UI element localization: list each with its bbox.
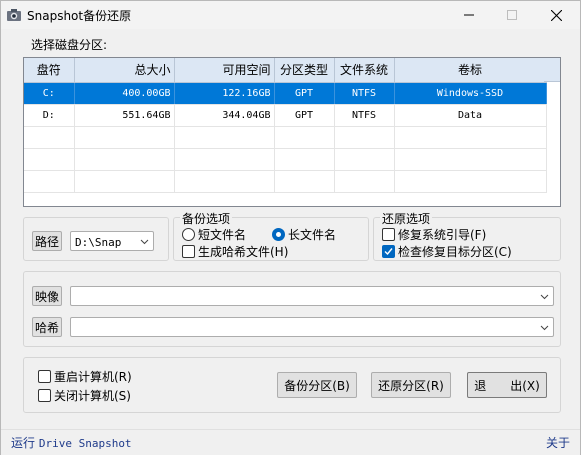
cell-drive: D: xyxy=(24,104,75,127)
check-target-checkbox[interactable]: 检查修复目标分区(C) xyxy=(382,243,512,260)
image-combo[interactable] xyxy=(70,286,554,306)
empty-row xyxy=(24,148,547,171)
cell-volume: Windows-SSD xyxy=(394,82,547,105)
cell-free: 122.16GB xyxy=(174,82,275,105)
col-free[interactable]: 可用空间 xyxy=(174,58,275,83)
reboot-checkbox[interactable]: 重启计算机(R) xyxy=(38,368,132,385)
camera-app-icon xyxy=(7,9,21,21)
image-button[interactable]: 映像 xyxy=(32,286,62,306)
empty-row xyxy=(24,170,547,193)
run-name: Drive Snapshot xyxy=(38,437,132,450)
long-filename-label: 长文件名 xyxy=(288,228,337,242)
col-drive[interactable]: 盘符 xyxy=(24,58,75,83)
disk-table[interactable]: 盘符 总大小 可用空间 分区类型 文件系统 卷标 C: 400.00GB 122… xyxy=(23,57,561,207)
backup-options-legend: 备份选项 xyxy=(180,210,233,227)
col-total[interactable]: 总大小 xyxy=(74,58,175,83)
hash-file-label: 生成哈希文件(H) xyxy=(198,245,289,259)
long-filename-radio[interactable]: 长文件名 xyxy=(272,226,336,243)
image-hash-group: 映像 哈希 xyxy=(23,271,561,347)
checkbox-icon xyxy=(182,245,195,258)
cell-drive: C: xyxy=(24,82,75,105)
short-filename-radio[interactable]: 短文件名 xyxy=(182,226,246,243)
path-group: 路径 D:\Snap xyxy=(23,217,169,261)
cell-volume: Data xyxy=(394,104,547,127)
checkbox-checked-icon xyxy=(382,245,395,258)
chevron-down-icon xyxy=(540,325,549,331)
window-title: Snapshot备份还原 xyxy=(27,9,132,23)
cell-total: 551.64GB xyxy=(74,104,175,127)
checkbox-icon xyxy=(382,228,395,241)
path-value: D:\Snap xyxy=(75,236,122,249)
path-button[interactable]: 路径 xyxy=(32,231,62,251)
run-prefix: 运行 xyxy=(11,436,36,450)
shutdown-checkbox[interactable]: 关闭计算机(S) xyxy=(38,387,131,404)
exit-button[interactable]: 退 出(X) xyxy=(467,372,547,398)
restore-options-legend: 还原选项 xyxy=(380,210,433,227)
table-header-filler xyxy=(544,58,560,82)
reboot-label: 重启计算机(R) xyxy=(54,370,132,384)
close-icon[interactable] xyxy=(533,1,579,29)
app-window: Snapshot备份还原 选择磁盘分区: 盘符 总大小 可用空间 分区类型 文件… xyxy=(0,0,581,455)
title-bar: Snapshot备份还原 xyxy=(1,1,580,29)
cell-fs: NTFS xyxy=(334,104,395,127)
hash-button[interactable]: 哈希 xyxy=(32,317,62,337)
minimize-icon[interactable] xyxy=(446,1,492,29)
path-combo[interactable]: D:\Snap xyxy=(70,231,154,251)
col-type[interactable]: 分区类型 xyxy=(274,58,335,83)
cell-total: 400.00GB xyxy=(74,82,175,105)
hash-file-checkbox[interactable]: 生成哈希文件(H) xyxy=(182,243,288,260)
maximize-icon[interactable] xyxy=(489,1,535,29)
fix-boot-checkbox[interactable]: 修复系统引导(F) xyxy=(382,226,486,243)
cell-free: 344.04GB xyxy=(174,104,275,127)
short-filename-label: 短文件名 xyxy=(198,228,247,242)
backup-options-group: 备份选项 短文件名 长文件名 生成哈希文件(H) xyxy=(173,210,369,261)
cell-type: GPT xyxy=(274,104,335,127)
actions-group: 重启计算机(R) 关闭计算机(S) 备份分区(B) 还原分区(R) 退 出(X) xyxy=(23,357,561,413)
shutdown-label: 关闭计算机(S) xyxy=(54,389,131,403)
run-snapshot-link[interactable]: 运行 Drive Snapshot xyxy=(11,434,132,451)
table-row[interactable]: D: 551.64GB 344.04GB GPT NTFS Data xyxy=(24,104,547,127)
restore-options-group: 还原选项 修复系统引导(F) 检查修复目标分区(C) xyxy=(373,210,561,261)
cell-type: GPT xyxy=(274,82,335,105)
checkbox-icon xyxy=(38,389,51,402)
col-volume[interactable]: 卷标 xyxy=(394,58,547,83)
table-row[interactable]: C: 400.00GB 122.16GB GPT NTFS Windows-SS… xyxy=(24,82,547,105)
hash-combo[interactable] xyxy=(70,317,554,337)
disk-table-header: 盘符 总大小 可用空间 分区类型 文件系统 卷标 xyxy=(24,58,547,83)
empty-row xyxy=(24,126,547,149)
radio-selected-icon xyxy=(272,228,285,241)
chevron-down-icon xyxy=(540,294,549,300)
chevron-down-icon xyxy=(140,239,149,245)
about-link[interactable]: 关于 xyxy=(546,434,570,451)
status-bar: 运行 Drive Snapshot 关于 xyxy=(1,429,580,455)
checkbox-icon xyxy=(38,370,51,383)
radio-icon xyxy=(182,228,195,241)
cell-fs: NTFS xyxy=(334,82,395,105)
fix-boot-label: 修复系统引导(F) xyxy=(398,228,487,242)
check-target-label: 检查修复目标分区(C) xyxy=(398,245,512,259)
restore-button[interactable]: 还原分区(R) xyxy=(371,372,451,398)
disk-section-label: 选择磁盘分区: xyxy=(31,38,108,52)
backup-button[interactable]: 备份分区(B) xyxy=(277,372,357,398)
col-fs[interactable]: 文件系统 xyxy=(334,58,395,83)
